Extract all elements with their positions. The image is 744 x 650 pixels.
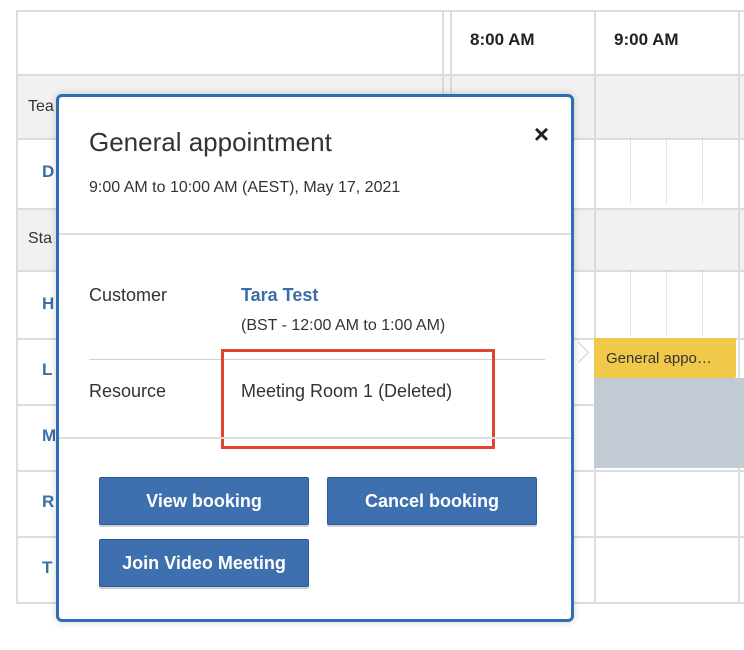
dotted-line [630,270,631,336]
highlight-box [221,349,495,449]
customer-local-time: (BST - 12:00 AM to 1:00 AM) [241,317,446,334]
cancel-booking-button[interactable]: Cancel booking [327,477,537,525]
resource-link-1[interactable]: D [42,162,54,182]
grid-line [738,12,740,604]
dotted-line [702,270,703,336]
time-header-8am: 8:00 AM [470,30,535,49]
dotted-line [630,138,631,204]
appointment-block[interactable]: General appo… [594,338,736,378]
view-booking-button[interactable]: View booking [99,477,309,525]
close-icon[interactable]: × [534,121,549,147]
staff-link-1[interactable]: H [42,294,54,314]
join-video-meeting-button[interactable]: Join Video Meeting [99,539,309,587]
appointment-time: 9:00 AM to 10:00 AM (AEST), May 17, 2021 [89,179,401,196]
resource-label: Resource [89,381,167,401]
dotted-line [666,138,667,204]
grid-line [18,74,744,76]
appointment-selection-overlay [594,378,744,468]
popup-divider [59,233,571,235]
appointment-popup: General appointment × 9:00 AM to 10:00 A… [56,94,574,622]
group-label-team: Tea [28,98,54,115]
staff-link-2[interactable]: L [42,360,52,380]
customer-label: Customer [89,285,168,305]
staff-link-3[interactable]: M [42,426,56,446]
popup-title: General appointment [89,127,332,157]
popup-divider [59,437,571,439]
staff-link-4[interactable]: R [42,492,54,512]
customer-link[interactable]: Tara Test [241,285,318,306]
group-label-staff: Sta [28,230,53,247]
time-header-9am: 9:00 AM [614,30,679,49]
dotted-line [702,138,703,204]
grid-line [594,12,596,604]
staff-link-5[interactable]: T [42,558,52,578]
dotted-line [666,270,667,336]
